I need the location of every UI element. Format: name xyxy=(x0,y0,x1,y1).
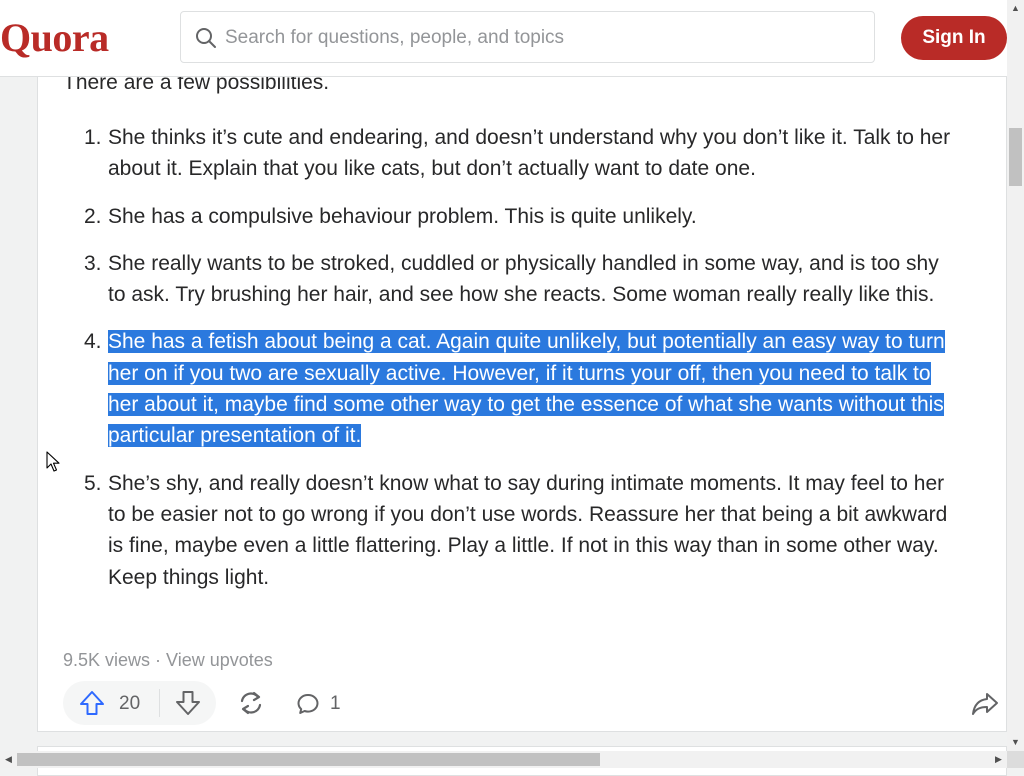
upvote-count: 20 xyxy=(119,693,141,714)
scroll-left-arrow-icon[interactable]: ◀ xyxy=(0,751,17,768)
list-item-text: She’s shy, and really doesn’t know what … xyxy=(108,471,948,589)
search-input[interactable] xyxy=(223,22,847,54)
upvote-arrow-icon[interactable] xyxy=(79,690,105,716)
list-item: 3. She really wants to be stroked, cuddl… xyxy=(84,248,958,311)
sign-in-button[interactable]: Sign In xyxy=(901,16,1007,60)
comment-count: 1 xyxy=(330,693,341,714)
selected-text[interactable]: She has a fetish about being a cat. Agai… xyxy=(108,330,945,448)
list-item-text: She has a compulsive behaviour problem. … xyxy=(108,204,697,228)
vertical-scrollbar[interactable] xyxy=(1007,0,1024,751)
list-item-text: She really wants to be stroked, cuddled … xyxy=(108,251,939,307)
list-item: 2. She has a compulsive behaviour proble… xyxy=(84,201,958,232)
scroll-right-arrow-icon[interactable]: ▶ xyxy=(990,751,1007,768)
list-number: 4. xyxy=(84,330,102,354)
horizontal-scroll-thumb[interactable] xyxy=(17,753,600,766)
top-header: Quora Sign In xyxy=(0,0,1007,77)
list-item: 1. She thinks it’s cute and endearing, a… xyxy=(84,122,958,185)
list-item: 5. She’s shy, and really doesn’t know wh… xyxy=(84,468,958,593)
vertical-scroll-thumb[interactable] xyxy=(1009,128,1022,186)
quora-logo[interactable]: Quora xyxy=(0,14,109,61)
list-number: 3. xyxy=(84,251,102,275)
scrollbar-corner xyxy=(1007,751,1024,768)
views-line: 9.5K views · View upvotes xyxy=(63,650,273,671)
answer-card: There are a few possibilities. 1. She th… xyxy=(37,60,1007,732)
scroll-up-arrow-icon[interactable]: ▲ xyxy=(1007,0,1024,17)
search-box[interactable] xyxy=(180,11,875,63)
scroll-down-arrow-icon[interactable]: ▼ xyxy=(1007,734,1024,751)
views-count: 9.5K views xyxy=(63,650,151,670)
search-icon xyxy=(196,28,216,48)
downvote-arrow-icon[interactable] xyxy=(175,690,201,716)
list-item-selected: 4. She has a fetish about being a cat. A… xyxy=(84,326,958,451)
list-number: 2. xyxy=(84,204,102,228)
comment-icon[interactable] xyxy=(296,692,320,716)
vote-pill: 20 xyxy=(63,681,216,725)
view-upvotes-link[interactable]: View upvotes xyxy=(166,650,273,670)
list-item-text: She thinks it’s cute and endearing, and … xyxy=(108,126,951,181)
list-number: 1. xyxy=(84,126,102,149)
answer-list: 1. She thinks it’s cute and endearing, a… xyxy=(84,122,958,609)
separator-dot: · xyxy=(155,650,162,670)
list-number: 5. xyxy=(84,471,102,495)
pill-divider xyxy=(159,689,160,717)
reshare-icon[interactable] xyxy=(237,689,265,717)
share-forward-icon[interactable] xyxy=(971,690,999,718)
mouse-pointer-icon xyxy=(46,451,60,472)
